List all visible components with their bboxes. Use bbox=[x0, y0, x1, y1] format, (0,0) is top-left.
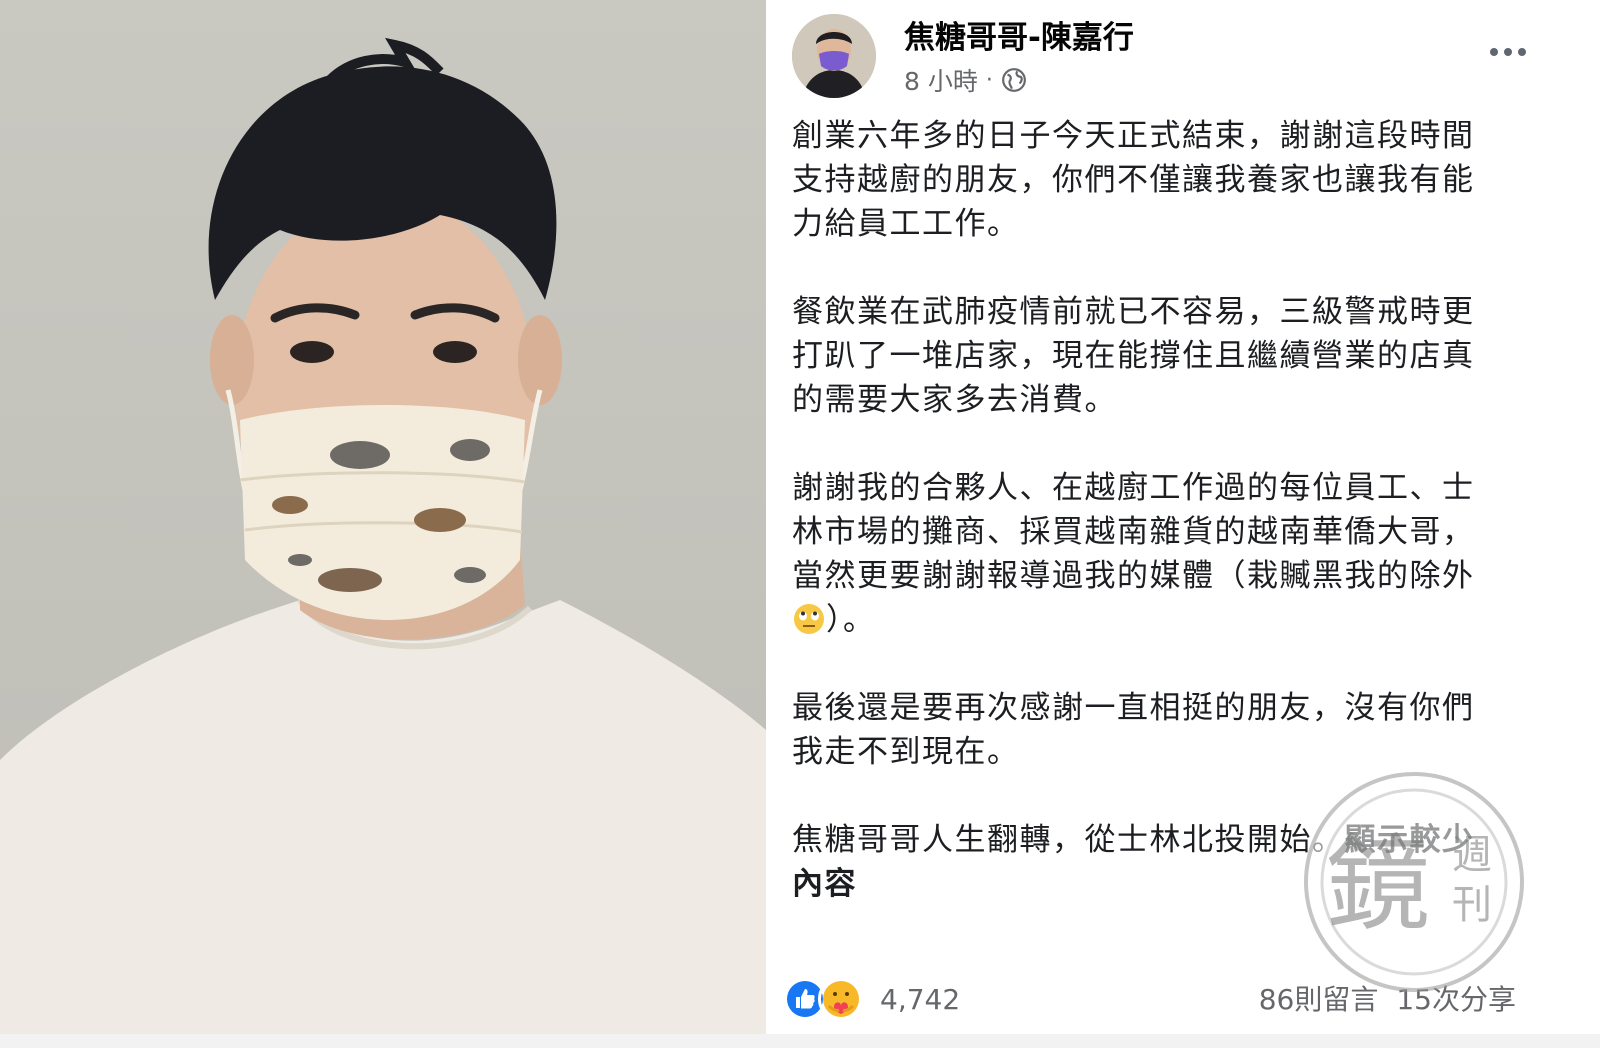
comments-count[interactable]: 86則留言 bbox=[1259, 983, 1379, 1016]
post-photo[interactable] bbox=[0, 0, 766, 1034]
portrait-illustration bbox=[0, 37, 766, 1034]
facebook-post: 焦糖哥哥-陳嘉行 8 小時 · 創業六年多的日子今天正式結束，謝謝這段時間 支持… bbox=[766, 0, 1600, 1034]
comment-share-summary: 86則留言 15次分享 bbox=[1259, 978, 1516, 1018]
care-icon bbox=[818, 976, 864, 1022]
more-dot bbox=[1518, 48, 1526, 56]
author-avatar[interactable] bbox=[792, 14, 876, 98]
more-horizontal-icon bbox=[1490, 48, 1498, 56]
post-paragraph-text: 餐飲業在武肺疫情前就已不容易，三級警戒時更 打趴了一堆店家，現在能撐住且繼續營業… bbox=[792, 294, 1475, 418]
more-options-button[interactable] bbox=[1480, 30, 1536, 74]
post-paragraph: 創業六年多的日子今天正式結束，謝謝這段時間 支持越廚的朋友，你們不僅讓我養家也讓… bbox=[792, 118, 1475, 242]
paragraph-tail: ）。 bbox=[826, 602, 876, 638]
post-paragraph: 餐飲業在武肺疫情前就已不容易，三級警戒時更 打趴了一堆店家，現在能撐住且繼續營業… bbox=[792, 290, 1512, 422]
post-paragraph-text: 謝謝我的合夥人、在越廚工作過的每位員工、士 林市場的攤商、採買越南雜貨的越南華僑… bbox=[792, 470, 1475, 594]
author-name[interactable]: 焦糖哥哥-陳嘉行 bbox=[904, 12, 1134, 57]
post-paragraph: 最後還是要再次感謝一直相挺的朋友，沒有你們 我走不到現在。 bbox=[792, 690, 1475, 770]
meta-separator: · bbox=[985, 67, 993, 93]
reaction-count: 4,742 bbox=[880, 982, 961, 1016]
globe-icon[interactable] bbox=[1001, 67, 1027, 93]
reactions-summary[interactable]: 4,742 bbox=[782, 976, 960, 1022]
post-timestamp[interactable]: 8 小時 bbox=[904, 62, 978, 98]
post-meta: 8 小時 · bbox=[904, 62, 1027, 98]
post-paragraph: 焦糖哥哥人生翻轉，從士林北投開始。顯示較少 內容 bbox=[792, 818, 1512, 906]
more-dot bbox=[1504, 48, 1512, 56]
divider bbox=[0, 1034, 1600, 1048]
post-last-line: 焦糖哥哥人生翻轉，從士林北投開始。 bbox=[792, 822, 1345, 858]
shares-count[interactable]: 15次分享 bbox=[1396, 983, 1516, 1016]
post-body: 創業六年多的日子今天正式結束，謝謝這段時間 支持越廚的朋友，你們不僅讓我養家也讓… bbox=[792, 114, 1512, 906]
eye-roll-emoji-icon bbox=[794, 604, 824, 634]
post-paragraph: 謝謝我的合夥人、在越廚工作過的每位員工、士 林市場的攤商、採買越南雜貨的越南華僑… bbox=[792, 466, 1512, 642]
avatar-image bbox=[792, 14, 876, 98]
